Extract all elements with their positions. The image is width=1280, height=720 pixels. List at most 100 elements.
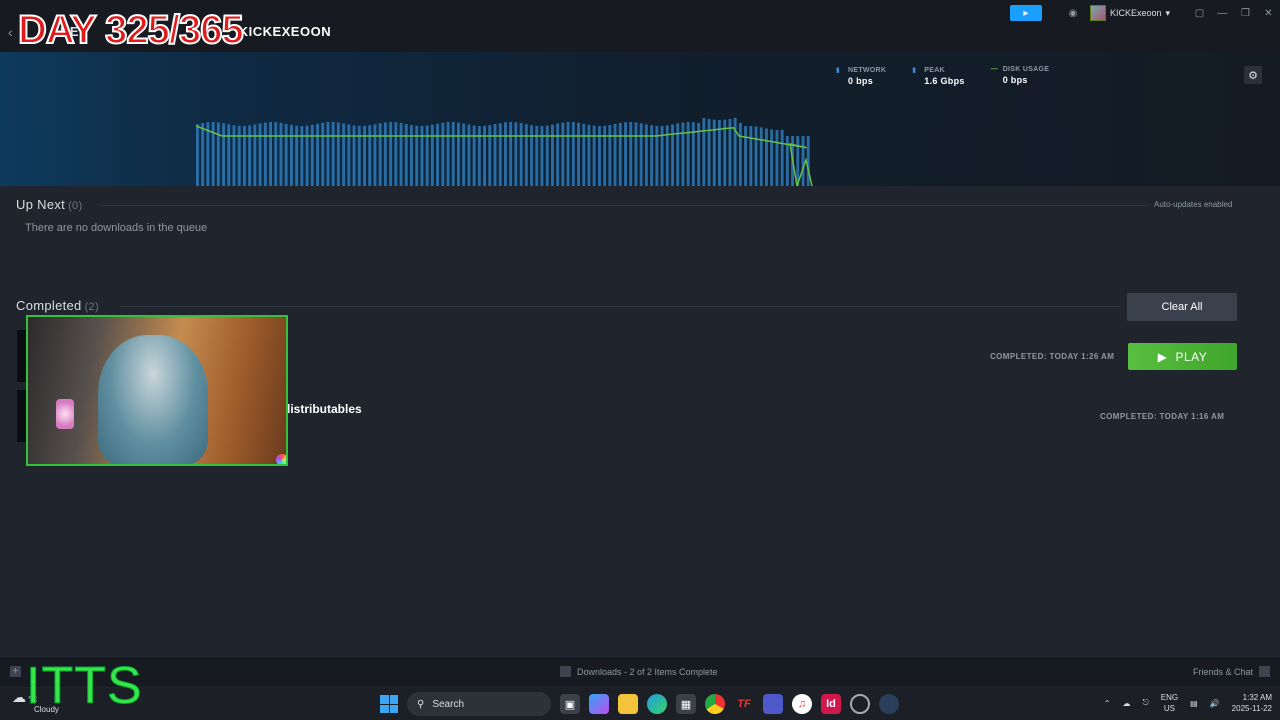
network-bar: [639, 123, 643, 186]
play-button[interactable]: ▶ PLAY: [1128, 343, 1237, 370]
task-view-icon[interactable]: ▣: [560, 694, 580, 714]
network-bar: [493, 124, 497, 186]
network-bar: [336, 122, 340, 186]
auto-updates-status[interactable]: Auto-updates enabled: [1154, 200, 1232, 209]
network-bar: [556, 123, 560, 186]
volume-icon[interactable]: 🔊: [1210, 699, 1220, 708]
clear-all-button[interactable]: Clear All: [1127, 293, 1237, 321]
obs-icon[interactable]: [850, 694, 870, 714]
network-bar: [342, 123, 346, 186]
itunes-icon[interactable]: ♫: [792, 694, 812, 714]
network-bar: [378, 123, 382, 186]
account-menu[interactable]: KICKExeoon ▾: [1089, 5, 1170, 21]
network-bar: [436, 123, 439, 186]
restore-icon[interactable]: ❐: [1234, 8, 1257, 19]
friends-chat-button[interactable]: Friends & Chat: [1193, 666, 1270, 677]
network-bar: [697, 122, 701, 186]
network-bar: [796, 136, 800, 186]
webcam-person: [98, 335, 208, 464]
network-bar: [754, 126, 758, 186]
network-bar: [373, 124, 377, 186]
network-bar: [571, 122, 575, 186]
close-icon[interactable]: ✕: [1257, 8, 1280, 19]
stat-disk-usage: — DISK USAGE 0 bps: [990, 66, 1050, 85]
file-explorer-icon[interactable]: [618, 694, 638, 714]
downloads-status[interactable]: Downloads - 2 of 2 Items Complete: [560, 666, 718, 677]
copilot-icon[interactable]: [589, 694, 609, 714]
microphone-icon[interactable]: ⎋: [1142, 698, 1148, 708]
network-bar: [634, 122, 638, 186]
add-game-icon[interactable]: +: [10, 666, 21, 677]
download-item-title[interactable]: listributables: [287, 402, 362, 416]
teams-icon[interactable]: [763, 694, 783, 714]
chrome-icon[interactable]: [705, 694, 725, 714]
network-bar: [295, 125, 299, 186]
taskbar-search[interactable]: ⚲ Search: [407, 692, 551, 716]
network-bar: [237, 125, 241, 186]
network-bar: [352, 125, 356, 186]
network-bar: [587, 124, 591, 186]
network-bar: [457, 122, 460, 186]
network-bar: [498, 123, 502, 186]
taskbar-apps: ⚲ Search ▣ ▦ TF ♫ Id: [380, 692, 899, 716]
windows-start-icon[interactable]: [380, 695, 398, 713]
store-icon[interactable]: ▦: [676, 694, 696, 714]
graph-canvas: [195, 117, 813, 186]
network-bar: [629, 122, 633, 186]
network-bar: [363, 125, 366, 186]
gear-icon[interactable]: ⚙: [1244, 66, 1262, 84]
divider: [100, 205, 1148, 206]
up-next-heading: Up Next (0): [16, 197, 83, 212]
webcam-corner-badge: [276, 454, 286, 464]
minimize-icon[interactable]: —: [1211, 8, 1234, 19]
divider: [120, 306, 1120, 307]
wifi-icon[interactable]: ▤: [1190, 699, 1198, 708]
network-bar: [618, 122, 622, 186]
network-bar: [577, 122, 580, 186]
network-bar: [592, 125, 596, 186]
network-bar: [357, 125, 361, 186]
network-bar: [519, 123, 523, 186]
windows-taskbar: ☁ °C Cloudy ⚲ Search ▣ ▦ TF ♫ Id ⌃ ☁ ⎋ E…: [0, 688, 1280, 720]
steam-icon[interactable]: [879, 694, 899, 714]
network-bar: [222, 123, 225, 186]
tf-icon[interactable]: TF: [734, 694, 754, 714]
network-bar: [624, 122, 627, 186]
bell-icon[interactable]: ◉: [1062, 5, 1084, 21]
network-bar: [598, 126, 601, 186]
network-bar: [201, 123, 205, 186]
network-bar: [310, 124, 314, 186]
chevron-up-icon[interactable]: ⌃: [1104, 699, 1111, 708]
network-bar: [451, 122, 455, 186]
megaphone-icon[interactable]: ▸: [1009, 5, 1042, 21]
network-bar: [321, 122, 325, 186]
nav-item-username[interactable]: KICKEXEOON: [239, 24, 331, 39]
network-bar: [279, 122, 283, 186]
network-bar: [770, 129, 774, 186]
monitor-icon[interactable]: ▢: [1188, 8, 1211, 19]
avatar: [1089, 5, 1106, 21]
completed-count: (2): [84, 301, 99, 313]
network-bar: [545, 125, 549, 186]
network-bar: [540, 126, 544, 186]
clock[interactable]: 1:32 AM 2025-11-22: [1232, 692, 1272, 714]
stat-peak: ▮ PEAK 1.6 Gbps: [912, 67, 965, 86]
network-bar: [775, 130, 779, 186]
edge-icon[interactable]: [647, 694, 667, 714]
network-bar: [446, 122, 450, 186]
indesign-icon[interactable]: Id: [821, 694, 841, 714]
play-icon: ▶: [1157, 349, 1168, 364]
network-bar: [603, 125, 607, 186]
back-arrow-icon[interactable]: ‹: [8, 24, 13, 40]
network-bar: [248, 125, 252, 186]
network-bar: [514, 122, 518, 186]
onedrive-cloud-icon[interactable]: ☁: [1122, 699, 1130, 708]
network-bar: [368, 125, 372, 186]
webcam-lamp: [56, 399, 74, 429]
language-indicator[interactable]: ENG US: [1161, 692, 1178, 714]
network-bar: [284, 123, 288, 186]
network-bar: [765, 128, 768, 186]
network-bar: [232, 125, 236, 186]
network-bar: [425, 125, 429, 186]
network-bar: [681, 122, 685, 186]
